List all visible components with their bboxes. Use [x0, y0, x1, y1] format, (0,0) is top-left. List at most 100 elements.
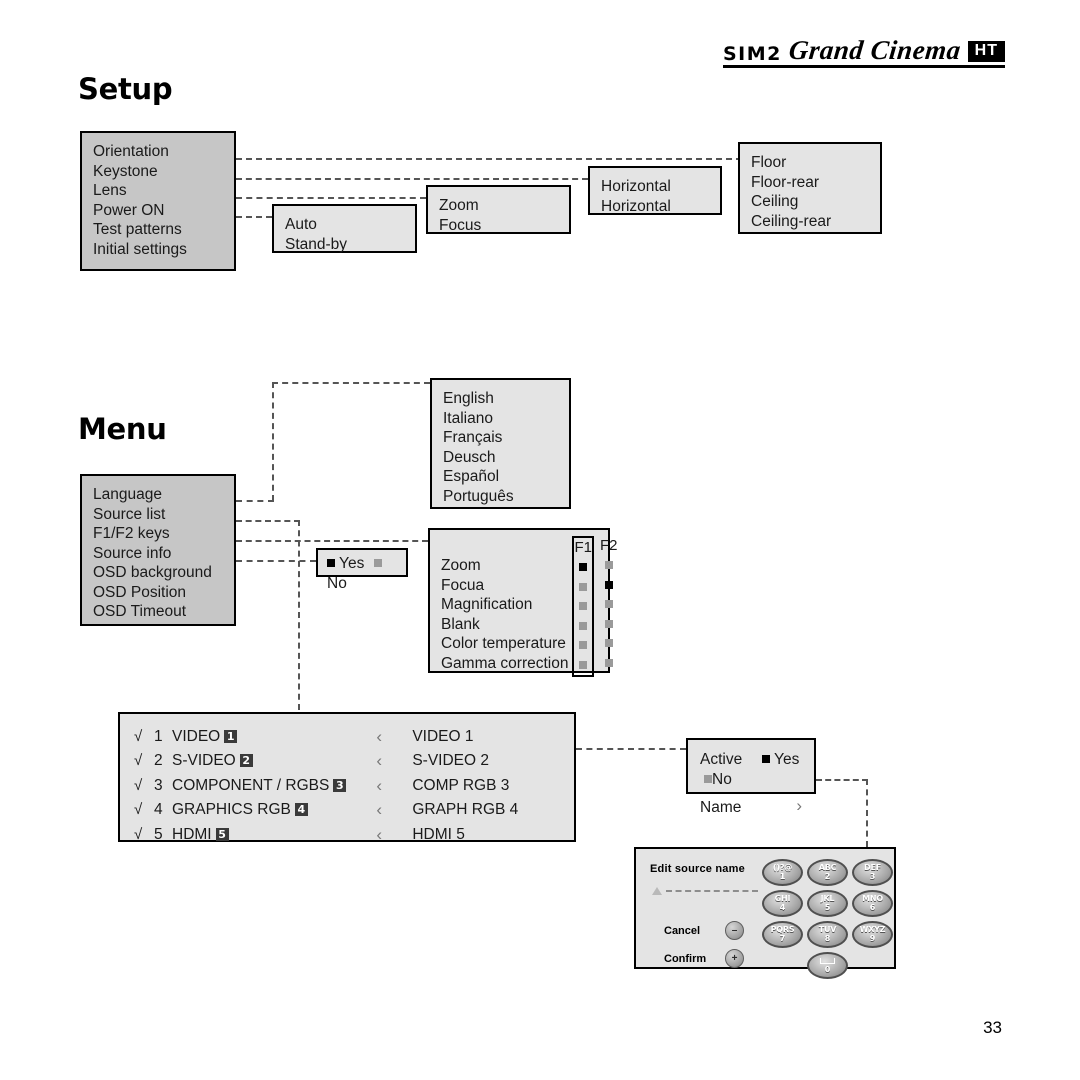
menu-item[interactable]: Source list: [93, 505, 223, 525]
source-alias[interactable]: S-VIDEO 2: [412, 749, 518, 774]
source-name[interactable]: HDMI 5: [172, 822, 376, 847]
keypad-key-0-space[interactable]: 0: [807, 952, 848, 979]
f2-cell[interactable]: [600, 634, 618, 654]
table-row[interactable]: √ 4 GRAPHICS RGB 4 ‹ GRAPH RGB 4: [134, 798, 518, 823]
power-on-option[interactable]: Auto: [285, 215, 404, 235]
power-on-option[interactable]: Stand-by: [285, 235, 404, 255]
orientation-options-box[interactable]: Floor Floor-rear Ceiling Ceiling-rear: [738, 142, 882, 234]
f1f2-row-label[interactable]: Magnification: [441, 595, 568, 615]
f2-cell[interactable]: [600, 615, 618, 635]
f1-cell[interactable]: [574, 597, 592, 617]
menu-item[interactable]: Source info: [93, 544, 223, 564]
f1-cell[interactable]: [574, 656, 592, 676]
language-options-box[interactable]: English Italiano Français Deusch Español…: [430, 378, 571, 509]
f1-column[interactable]: F1: [572, 536, 594, 677]
f1f2-row-label[interactable]: Blank: [441, 615, 568, 635]
table-row[interactable]: √ 3 COMPONENT / RGBS 3 ‹ COMP RGB 3: [134, 773, 518, 798]
keypad-key-3[interactable]: DEF 3: [852, 859, 893, 886]
lens-option[interactable]: Focus: [439, 216, 558, 236]
source-alias[interactable]: VIDEO 1: [412, 724, 518, 749]
lens-option[interactable]: Zoom: [439, 196, 558, 216]
f2-cell[interactable]: [600, 654, 618, 674]
f2-cell[interactable]: [600, 595, 618, 615]
chevron-left-icon[interactable]: ‹: [376, 798, 412, 823]
f2-column[interactable]: F2: [600, 536, 618, 677]
source-name[interactable]: GRAPHICS RGB 4: [172, 798, 376, 823]
keypad-key-1[interactable]: ()?@ 1: [762, 859, 803, 886]
source-detail-box[interactable]: Active Yes No Name ›: [686, 738, 816, 816]
f1-cell[interactable]: [574, 578, 592, 598]
f2-cell[interactable]: [600, 556, 618, 576]
source-active-no-label[interactable]: No: [712, 771, 732, 788]
f1f2-keys-box[interactable]: Zoom Focua Magnification Blank Color tem…: [428, 528, 618, 677]
edit-source-name-panel[interactable]: Edit source name Cancel – Confirm + ()?@…: [634, 847, 896, 979]
table-row[interactable]: √ 5 HDMI 5 ‹ HDMI 5: [134, 822, 518, 847]
confirm-button[interactable]: +: [725, 949, 744, 968]
menu-item[interactable]: OSD Timeout: [93, 602, 223, 622]
menu-item[interactable]: OSD Position: [93, 583, 223, 603]
chevron-left-icon[interactable]: ‹: [376, 822, 412, 847]
f1-cell[interactable]: [574, 617, 592, 637]
table-row[interactable]: √ 2 S-VIDEO 2 ‹ S-VIDEO 2: [134, 749, 518, 774]
source-alias[interactable]: GRAPH RGB 4: [412, 798, 518, 823]
source-alias[interactable]: COMP RGB 3: [412, 773, 518, 798]
source-name[interactable]: VIDEO 1: [172, 724, 376, 749]
menu-menu-box[interactable]: Language Source list F1/F2 keys Source i…: [80, 474, 236, 626]
source-info-yesno-box[interactable]: Yes No: [316, 548, 408, 592]
language-option[interactable]: Français: [443, 428, 558, 448]
f1f2-row-label[interactable]: Zoom: [441, 556, 568, 576]
source-info-no-label[interactable]: No: [327, 575, 347, 592]
f2-cell[interactable]: [600, 576, 618, 596]
f1-cell[interactable]: [574, 636, 592, 656]
setup-menu-item[interactable]: Test patterns: [93, 220, 223, 240]
keypad-key-5[interactable]: JKL 5: [807, 890, 848, 917]
source-check-icon[interactable]: √: [134, 798, 154, 823]
lens-options-box[interactable]: Zoom Focus: [426, 185, 571, 234]
source-check-icon[interactable]: √: [134, 724, 154, 749]
chevron-left-icon[interactable]: ‹: [376, 724, 412, 749]
source-active-yes-label[interactable]: Yes: [774, 751, 799, 768]
setup-menu-item[interactable]: Keystone: [93, 162, 223, 182]
confirm-row[interactable]: Confirm +: [664, 949, 744, 968]
keypad-key-7[interactable]: PQRS 7: [762, 921, 803, 948]
menu-item[interactable]: Language: [93, 485, 223, 505]
language-option[interactable]: Italiano: [443, 409, 558, 429]
setup-menu-item[interactable]: Initial settings: [93, 240, 223, 260]
f1f2-row-label[interactable]: Gamma correction: [441, 654, 568, 674]
cancel-button[interactable]: –: [725, 921, 744, 940]
cancel-row[interactable]: Cancel –: [664, 921, 744, 940]
source-active-row[interactable]: Active Yes No: [700, 750, 802, 789]
f1f2-row-label[interactable]: Color temperature: [441, 634, 568, 654]
orientation-option[interactable]: Ceiling-rear: [751, 212, 869, 232]
setup-menu-item[interactable]: Orientation: [93, 142, 223, 162]
source-check-icon[interactable]: √: [134, 822, 154, 847]
keypad-key-4[interactable]: GHI 4: [762, 890, 803, 917]
orientation-option[interactable]: Floor: [751, 153, 869, 173]
source-check-icon[interactable]: √: [134, 773, 154, 798]
setup-menu-item[interactable]: Lens: [93, 181, 223, 201]
language-option[interactable]: Deusch: [443, 448, 558, 468]
language-option[interactable]: Español: [443, 467, 558, 487]
edit-name-actions[interactable]: Cancel – Confirm +: [664, 921, 744, 977]
source-name-row[interactable]: Name ›: [700, 797, 802, 818]
keystone-option[interactable]: Horizontal: [601, 177, 709, 197]
f1f2-row-label[interactable]: Focua: [441, 576, 568, 596]
source-name-input[interactable]: [652, 887, 758, 895]
keystone-option[interactable]: Horizontal: [601, 197, 709, 217]
keypad-key-2[interactable]: ABC 2: [807, 859, 848, 886]
orientation-option[interactable]: Ceiling: [751, 192, 869, 212]
keypad-key-8[interactable]: TUV 8: [807, 921, 848, 948]
menu-item[interactable]: F1/F2 keys: [93, 524, 223, 544]
source-check-icon[interactable]: √: [134, 749, 154, 774]
source-info-yes-label[interactable]: Yes: [339, 555, 364, 572]
table-row[interactable]: √ 1 VIDEO 1 ‹ VIDEO 1: [134, 724, 518, 749]
source-alias[interactable]: HDMI 5: [412, 822, 518, 847]
numeric-keypad[interactable]: ()?@ 1 ABC 2 DEF 3 GHI 4 JKL 5 MNO 6 PQR…: [762, 859, 893, 979]
setup-menu-item[interactable]: Power ON: [93, 201, 223, 221]
menu-item[interactable]: OSD background: [93, 563, 223, 583]
keypad-key-6[interactable]: MNO 6: [852, 890, 893, 917]
f1-cell[interactable]: [574, 558, 592, 578]
chevron-left-icon[interactable]: ‹: [376, 749, 412, 774]
keystone-options-box[interactable]: Horizontal Horizontal: [588, 166, 722, 215]
language-option[interactable]: Português: [443, 487, 558, 507]
